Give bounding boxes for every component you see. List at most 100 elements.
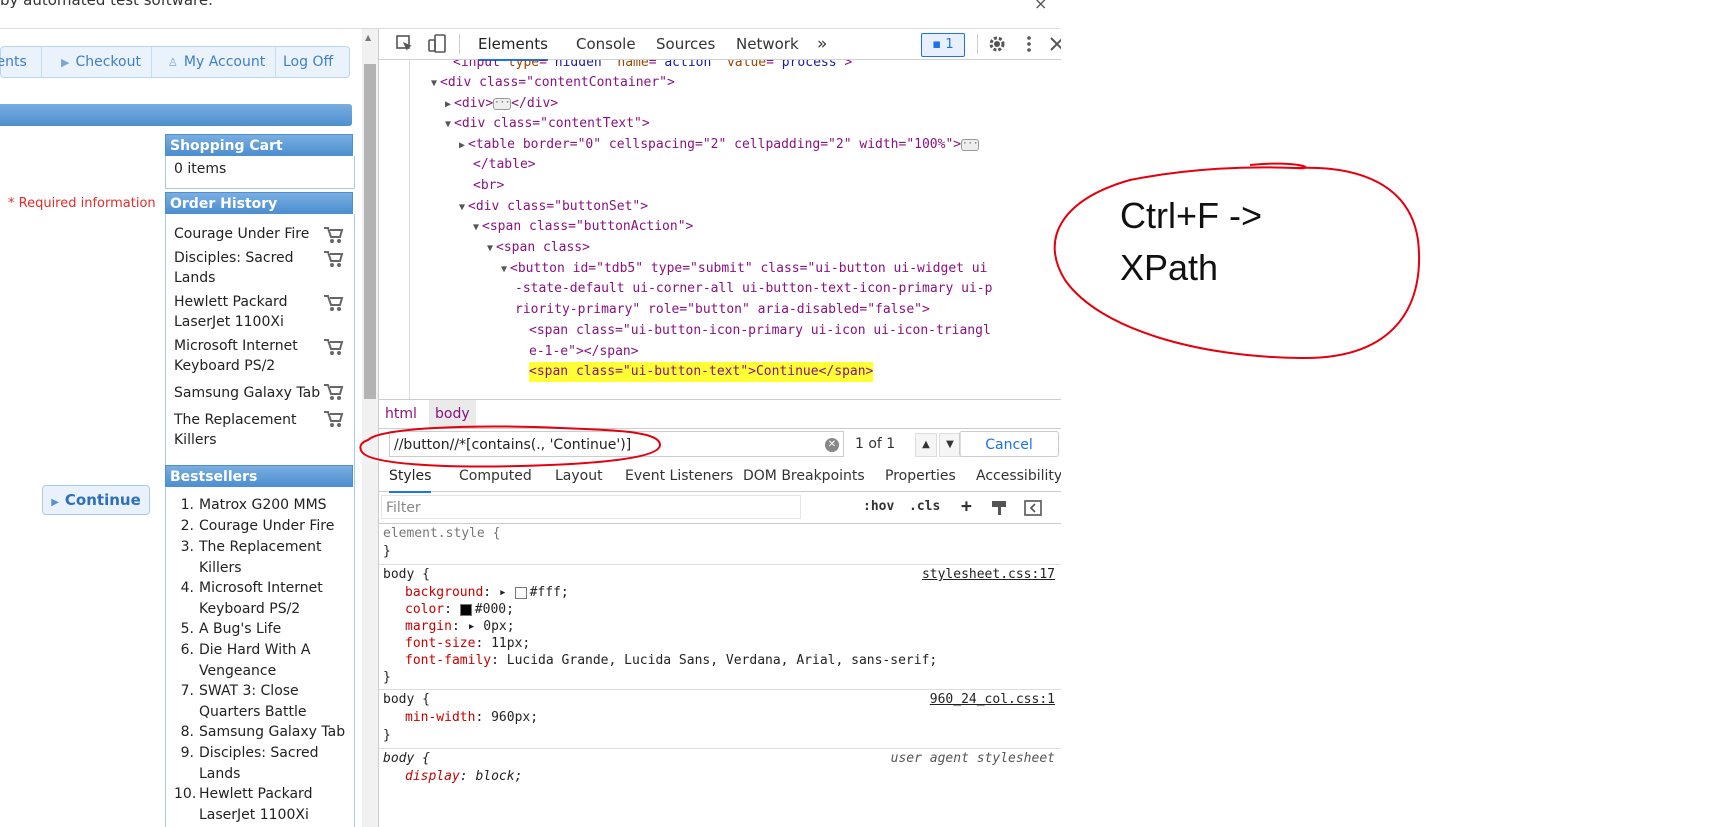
inspect-element-icon[interactable] [395,34,415,54]
dom-node[interactable]: <span class="ui-button-icon-primary ui-i… [529,321,991,341]
xpath-search-input[interactable]: //button//*[contains(., 'Continue')] [389,431,844,457]
collapse-arrow-icon[interactable]: ▼ [431,78,437,89]
expand-arrow-icon[interactable]: ▶ [445,99,451,110]
more-options-icon[interactable] [1019,34,1039,54]
clear-search-icon[interactable]: ✕ [825,438,839,452]
dom-node[interactable]: ▶ <div>···</div> [445,94,558,114]
bestseller-item[interactable]: 10. Hewlett Packard LaserJet 1100Xi [174,784,352,825]
collapse-arrow-icon[interactable]: ▼ [445,119,451,130]
rule-source-ua: user agent stylesheet [890,751,1055,766]
issues-badge[interactable]: ▪ 1 [921,33,965,57]
dom-node[interactable]: <br> [473,176,504,196]
tab-event-listeners[interactable]: Event Listeners [625,461,733,491]
style-property[interactable]: min-width: 960px; [405,710,538,725]
dom-node[interactable]: ▼ <button id="tdb5" type="submit" class="… [501,259,987,279]
dom-node[interactable]: ▼ <span class="buttonAction"> [473,217,693,237]
tab-styles[interactable]: Styles [389,461,432,493]
collapse-arrow-icon[interactable]: ▼ [501,264,507,275]
order-history-item[interactable]: The Replacement Killers [174,410,322,450]
style-property[interactable]: color: #000; [405,602,514,617]
cancel-button[interactable]: Cancel [959,431,1059,457]
bestseller-item[interactable]: 6. Die Hard With A Vengeance [174,640,352,681]
nav-log-off[interactable]: Log Off [273,47,343,77]
tab-accessibility[interactable]: Accessibility [976,461,1061,491]
color-swatch[interactable] [459,603,472,616]
order-history-item[interactable]: Courage Under Fire [174,224,322,244]
more-tabs-icon[interactable]: » [817,29,827,59]
bestseller-item[interactable]: 3. The Replacement Killers [174,537,352,578]
style-property[interactable]: font-size: 11px; [405,636,530,651]
tab-computed[interactable]: Computed [459,461,532,491]
close-devtools-icon[interactable] [1047,34,1061,54]
order-history-item[interactable]: Microsoft Internet Keyboard PS/2 [174,336,322,376]
tab-console[interactable]: Console [576,29,636,59]
dom-node[interactable]: ▼ <div class="contentContainer"> [431,73,675,93]
rule-source-link[interactable]: stylesheet.css:17 [922,567,1055,582]
close-icon[interactable]: × [1034,0,1047,13]
dom-node[interactable]: ▼ <div class="contentText"> [445,114,650,134]
tab-sources[interactable]: Sources [656,29,715,59]
expand-arrow-icon[interactable]: ▶ [459,140,465,151]
style-rule-body[interactable]: body { user agent stylesheet display: bl… [379,749,1061,809]
ellipsis-icon[interactable]: ··· [961,138,980,151]
style-property[interactable]: font-family: Lucida Grande, Lucida Sans,… [405,653,937,668]
style-property[interactable]: margin: ▸ 0px; [405,619,515,634]
filter-input[interactable]: Filter [381,495,801,519]
color-swatch[interactable] [514,586,527,599]
order-history-item[interactable]: Hewlett Packard LaserJet 1100Xi [174,292,322,332]
cls-toggle[interactable]: .cls [909,493,940,521]
dom-node[interactable]: ▶ <table border="0" cellspacing="2" cellp… [459,135,980,155]
scroll-up-icon[interactable]: ▲ [365,33,371,42]
hov-toggle[interactable]: :hov [863,493,894,521]
order-history-item[interactable]: Disciples: Sacred Lands [174,248,322,288]
order-history-item[interactable]: Samsung Galaxy Tab [174,383,322,403]
dom-node-highlighted[interactable]: <span class="ui-button-text">Continue</s… [529,362,874,382]
add-rule-icon[interactable]: + [961,493,972,521]
chevron-up-icon[interactable]: ▲ [915,433,937,457]
style-rule-body[interactable]: body { 960_24_col.css:1 min-width: 960px… [379,690,1061,749]
collapse-arrow-icon[interactable]: ▼ [473,222,479,233]
style-rule-body[interactable]: body { stylesheet.css:17 background: ▸ #… [379,565,1061,690]
rule-source-link[interactable]: 960_24_col.css:1 [930,692,1055,707]
collapse-arrow-icon[interactable]: ▼ [487,243,493,254]
dom-node[interactable]: <input type="hidden" name="action" value… [453,60,852,73]
paint-brush-icon[interactable] [989,498,1009,518]
sidebar-toggle-icon[interactable] [1023,498,1043,518]
style-property[interactable]: background: ▸ #fff; [405,585,569,600]
bestseller-item[interactable]: 7. SWAT 3: Close Quarters Battle [174,681,352,722]
nav-contents[interactable]: tents [0,47,42,77]
bestseller-item[interactable]: 2. Courage Under Fire [174,516,352,537]
ellipsis-icon[interactable]: ··· [493,97,512,110]
breadcrumb-body[interactable]: body [429,400,476,428]
gear-icon[interactable] [987,34,1007,54]
continue-button[interactable]: ▶ Continue [42,485,150,515]
bestseller-item[interactable]: 9. Disciples: Sacred Lands [174,743,352,784]
style-rule-element[interactable]: element.style { } [379,524,1061,565]
bestseller-item[interactable]: 8. Samsung Galaxy Tab [174,722,352,743]
scrollbar-thumb[interactable] [364,64,376,399]
bestseller-item[interactable]: 4. Microsoft Internet Keyboard PS/2 [174,578,352,619]
tab-network[interactable]: Network [736,29,799,59]
bestseller-item[interactable]: 1. Matrox G200 MMS [174,495,352,516]
tab-dom-breakpoints[interactable]: DOM Breakpoints [743,461,865,491]
breadcrumb-html[interactable]: html [379,400,423,428]
tab-layout[interactable]: Layout [555,461,603,491]
device-toolbar-icon[interactable] [427,34,447,54]
cart-icon[interactable] [322,381,344,401]
cart-icon[interactable] [322,408,344,428]
collapse-arrow-icon[interactable]: ▼ [459,202,465,213]
cart-icon[interactable] [322,224,344,244]
dom-node[interactable]: ▼ <span class> [487,238,590,258]
chevron-down-icon[interactable]: ▼ [939,433,961,457]
cart-icon[interactable] [322,336,344,356]
nav-checkout[interactable]: ▶ Checkout [51,47,152,77]
tab-properties[interactable]: Properties [885,461,956,491]
dom-node[interactable]: ▼ <div class="buttonSet"> [459,197,648,217]
page-scrollbar[interactable]: ▲ [362,29,378,827]
cart-icon[interactable] [322,292,344,312]
cart-icon[interactable] [322,248,344,268]
bestseller-item[interactable]: 5. A Bug's Life [174,619,352,640]
tab-elements[interactable]: Elements [478,29,548,61]
dom-node[interactable]: </table> [473,155,536,175]
nav-my-account[interactable]: ♙ My Account [158,47,277,77]
